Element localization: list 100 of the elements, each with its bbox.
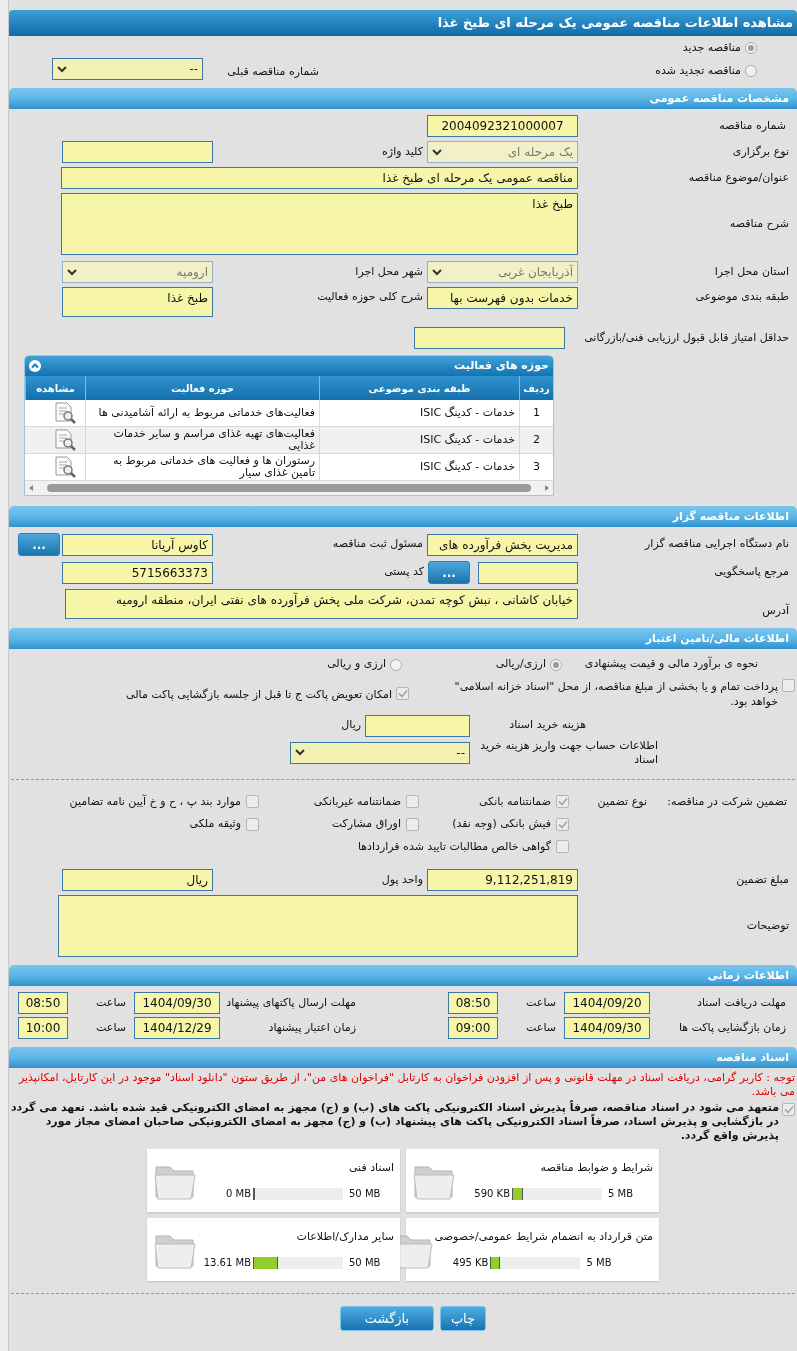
checkbox-label: وثیقه ملکی [189,816,241,832]
text-field[interactable]: طبخ غذا [61,193,578,255]
checkbox[interactable] [782,678,795,692]
checkbox[interactable] [406,795,419,809]
document-magnifier-icon[interactable] [53,455,77,479]
table-cell: فعالیت‌های تهیه غذای مراسم و سایر خدمات غذایی [85,427,319,454]
checkbox[interactable] [556,817,569,831]
checkbox[interactable] [406,817,419,831]
column-header: حوزه فعالیت [85,376,319,400]
text-field[interactable]: 08:50 [448,992,498,1014]
field-label: کد پستی [383,564,425,581]
dropdown[interactable]: -- [290,741,470,764]
text-field[interactable]: خدمات بدون فهرست بها [427,287,578,309]
field-label: توضیحات [745,917,790,934]
document-magnifier-icon[interactable] [53,401,77,425]
radio-button[interactable] [550,658,562,671]
collapse-icon[interactable] [29,360,41,372]
text-field[interactable]: 9,112,251,819 [427,869,578,891]
text-field[interactable] [414,327,565,349]
browse-button[interactable]: ... [18,533,60,556]
checkbox[interactable] [246,817,259,831]
checkbox-label: گواهی خالص مطالبات تایید شده قراردادها [357,838,551,855]
text-field[interactable] [58,895,578,957]
table-cell: 1 [519,400,553,427]
back-button[interactable]: بازگشت [340,1306,434,1331]
field-label: اطلاعات حساب جهت واریز هزینه خرید اسناد [479,738,659,767]
field-label: استان محل اجرا [713,263,790,280]
field-label: ساعت [525,1019,557,1036]
column-header: ردیف [519,376,553,400]
text-field[interactable]: طبخ غذا [62,287,213,317]
size-used: 13.61 MB [202,1256,251,1271]
field-label: نوع برگزاری [731,143,790,160]
chevron-down-icon [295,749,305,756]
text-field[interactable]: کاوس آریانا [62,533,213,556]
chevron-down-icon [432,268,442,276]
section-header: اطلاعات مناقصه گزار [9,506,797,527]
size-used: 0 MB [224,1187,251,1202]
checkbox-label: فیش بانکی (وجه نقد) [452,816,551,832]
checkbox[interactable] [246,795,259,809]
text-field[interactable]: ریال [62,869,213,891]
text-field[interactable]: 2004092321000007 [427,115,578,137]
checkbox-label: متعهد می شود در اسناد مناقصه، صرفاً پذیرش اسناد الکترونیکی پاکت های (ب) و (ج) مجهز به امضای الکترونیکی قید شده باشد. تعهد می گردد در بازگشایی و پذیرش اسناد، صرفاً اسناد الکترونیکی پاکت های پیشنهاد (ب) و (ج) مجهز به امضای الکترونیکی صاحبان امضای مجاز مورد پذیرش واقع گردد. [9,1101,779,1143]
size-used: 590 KB [473,1187,510,1202]
field-label: مبلغ تضمین [735,871,790,888]
radio-button[interactable] [745,64,757,77]
text-field[interactable]: خیابان کاشانی ، نبش کوچه تمدن، شرکت ملی پخش فرآورده های نفتی ایران، منطقه ارومیه [65,589,578,620]
checkbox-label: امکان تعویض پاکت ج تا قبل از جلسه بازگشایی پاکت مالی [126,686,392,702]
radio-button[interactable] [390,658,402,671]
text-field[interactable]: 1404/09/20 [564,992,650,1014]
field-label: طبقه بندی موضوعی [694,289,790,305]
field-label: ساعت [525,994,557,1011]
text-field[interactable] [62,141,213,163]
browse-button[interactable]: ... [428,561,470,584]
checkbox[interactable] [396,686,409,700]
text-field[interactable] [478,561,578,584]
field-label: نحوه ی برآورد مالی و قیمت پیشنهادی [583,656,759,673]
table-cell: 2 [519,427,553,454]
table-cell: رستوران ها و فعالیت های خدماتی مربوط به تامین غذای سیار [85,454,319,481]
table-cell: 3 [519,454,553,481]
text-field[interactable]: 10:00 [18,1017,68,1039]
radio-button[interactable] [745,42,757,55]
print-button[interactable]: چاپ [440,1306,486,1331]
size-limit: 50 MB [348,1256,381,1271]
text-field[interactable]: 5715663373 [62,561,213,584]
field-label: شماره مناقصه [718,117,787,134]
document-name: اسناد فنی [347,1159,394,1176]
text-field[interactable]: 1404/12/29 [134,1017,220,1039]
size-limit: 5 MB [585,1256,612,1271]
horizontal-scrollbar[interactable] [25,481,553,495]
text-field[interactable]: مدیریت پخش فرآورده های [427,533,578,556]
field-label: تضمین شرکت در مناقصه: [666,793,787,810]
size-used: 495 KB [451,1256,489,1271]
text-field[interactable]: 1404/09/30 [564,1017,650,1039]
text-field[interactable]: 1404/09/30 [134,992,220,1014]
field-label: کلید واژه [381,143,424,160]
field-label: مرجع پاسخگویی [713,564,790,581]
notice-text: توجه : کاربر گرامی، دریافت اسناد در مهلت قانونی و پس از افزودن فراخوان به کارتابل "فراخوان های من"، از طریق ستون "دانلود اسناد" موجود در این کارتابل، امکانپذیر می باشد. [17,1070,796,1099]
text-field[interactable]: 08:50 [18,992,68,1014]
radio-label: مناقصه تجدید شده [655,62,741,79]
chevron-down-icon [432,148,442,156]
document-name: سایر مدارک/اطلاعات [295,1228,394,1245]
field-label: زمان اعتبار پیشنهاد [267,1019,357,1036]
document-magnifier-icon[interactable] [53,428,77,452]
document-name: متن قرارداد به انضمام شرایط عمومی/خصوصی [434,1228,653,1245]
text-field[interactable] [365,714,470,737]
checkbox-label: اوراق مشارکت [331,816,401,832]
field-label: حداقل امتیاز قابل قبول ارزیابی فنی/بازرگانی [583,329,790,346]
text-field[interactable]: 09:00 [448,1017,498,1039]
text-field[interactable]: مناقصه عمومی یک مرحله ای طبخ غذا [61,167,578,189]
checkbox-label: ضمانتنامه غیربانکی [313,793,401,810]
checkbox[interactable] [556,795,569,809]
dropdown[interactable]: -- [52,58,203,80]
checkbox-label: ضمانتنامه بانکی [478,793,551,810]
checkbox[interactable] [556,840,569,854]
field-label: شماره مناقصه قبلی [226,63,320,80]
checkbox[interactable] [782,1103,795,1116]
document-name: شرایط و ضوابط مناقصه [539,1159,653,1176]
field-label: شرح کلی حوزه فعالیت [316,289,424,305]
size-limit: 50 MB [348,1187,381,1202]
chevron-down-icon [67,268,77,276]
